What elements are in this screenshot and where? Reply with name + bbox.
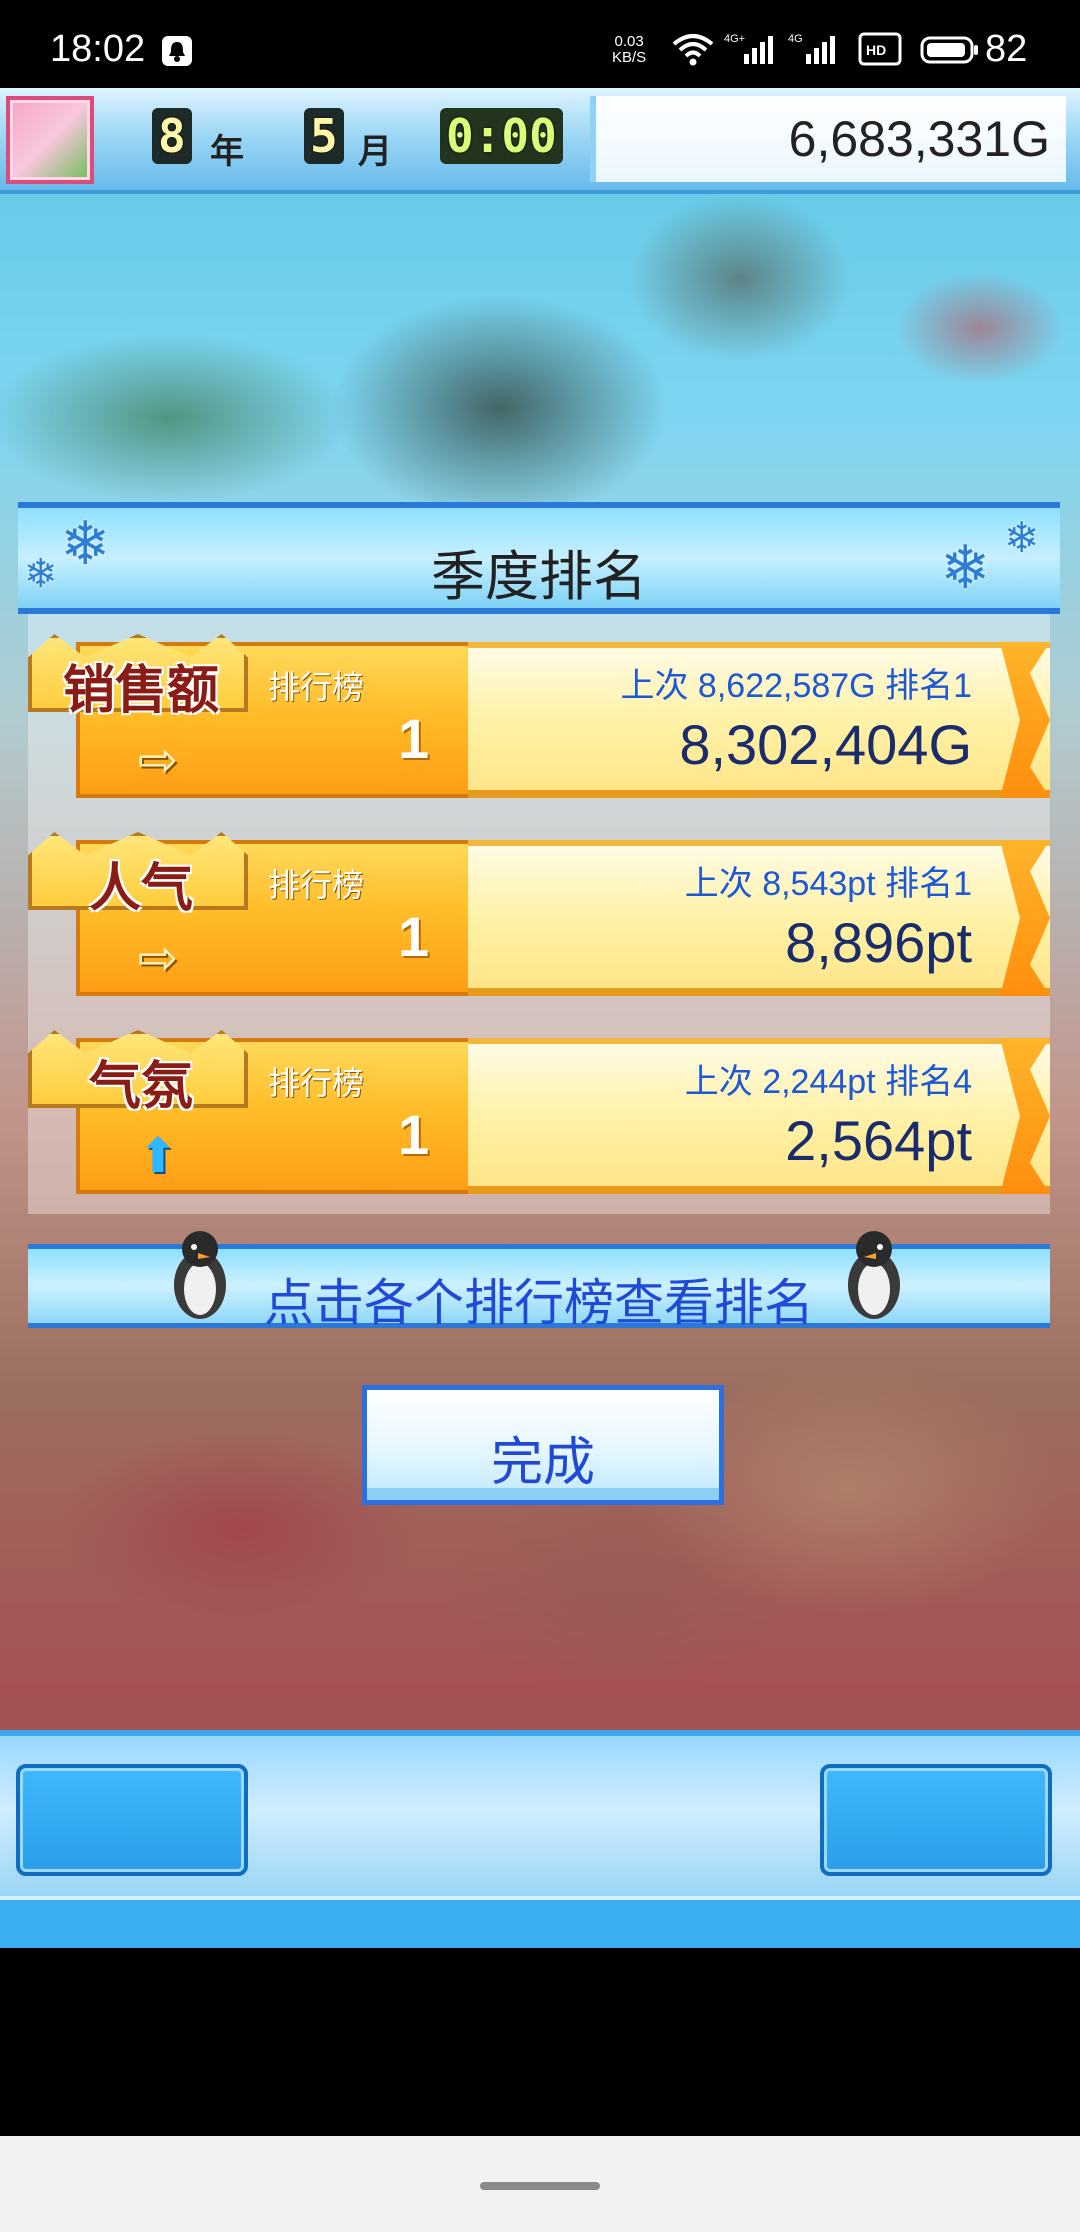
ranking-row-sales[interactable]: 销售额 排行榜 1 ⇨ 上次 8,622,587G 排名1 8,302,404G xyxy=(28,634,1050,804)
navigation-bar xyxy=(0,2136,1080,2232)
svg-text:4G+: 4G+ xyxy=(724,33,745,45)
network-speed: 0.03 KB/S xyxy=(612,33,647,66)
current-value: 8,896pt xyxy=(785,911,972,974)
bottom-right-button[interactable] xyxy=(820,1764,1052,1876)
status-time: 18:02 xyxy=(50,28,146,70)
hd-icon: HD xyxy=(858,32,902,66)
notification-icon xyxy=(162,36,192,66)
done-button[interactable]: 完成 xyxy=(362,1385,724,1505)
rank-number: 1 xyxy=(398,1103,430,1166)
board-label: 排行榜 xyxy=(268,668,365,706)
category-label: 气氛 xyxy=(88,1057,193,1117)
battery-level: 82 xyxy=(985,28,1028,70)
dialog-header: ❄ ❄ 季度排名 ❄ ❄ xyxy=(18,502,1060,614)
bottom-strip xyxy=(0,1896,1080,1948)
battery-icon xyxy=(920,36,978,64)
current-value: 8,302,404G xyxy=(679,713,972,776)
board-label: 排行榜 xyxy=(268,866,365,904)
ranking-list: 销售额 排行榜 1 ⇨ 上次 8,622,587G 排名1 8,302,404G… xyxy=(28,614,1050,1214)
avatar[interactable] xyxy=(6,96,94,184)
wifi-icon xyxy=(672,34,714,66)
seasonal-ranking-dialog: ❄ ❄ 季度排名 ❄ ❄ 销售额 排行榜 1 ⇨ 上次 8,622,587G 排… xyxy=(18,502,1060,1332)
dialog-title: 季度排名 xyxy=(431,545,647,608)
right-arrow-icon: ⇨ xyxy=(137,930,179,986)
snowflake-icon: ❄ xyxy=(940,533,991,603)
svg-text:HD: HD xyxy=(866,42,886,58)
snowflake-icon: ❄ xyxy=(1004,513,1040,562)
hud-year-value: 8 xyxy=(152,108,192,164)
status-bar: 18:02 0.03 KB/S 4G+ 4G HD 82 xyxy=(0,0,1080,88)
signal-icon: 4G xyxy=(788,33,835,64)
previous-result: 上次 8,622,587G 排名1 xyxy=(620,667,972,705)
up-arrow-icon: ⬆ xyxy=(137,1128,179,1184)
hud-month-unit: 月 xyxy=(358,132,392,172)
hud-month-value: 5 xyxy=(304,108,344,164)
bottom-left-button[interactable] xyxy=(16,1764,248,1876)
money-panel: 6,683,331G xyxy=(590,96,1066,182)
hint-bar: 点击各个排行榜查看排名 xyxy=(28,1231,1050,1332)
hud-year-unit: 年 xyxy=(210,132,244,172)
board-label: 排行榜 xyxy=(268,1064,365,1102)
money-value: 6,683,331G xyxy=(788,111,1050,167)
category-label: 人气 xyxy=(88,859,193,919)
ranking-row-atmosphere[interactable]: 气氛 排行榜 1 ⬆ 上次 2,244pt 排名4 2,564pt xyxy=(28,1030,1050,1200)
bottom-panel xyxy=(0,1730,1080,1948)
penguin-icon xyxy=(848,1231,900,1319)
previous-result: 上次 2,244pt 排名4 xyxy=(684,1063,972,1101)
top-hud: 8 年 5 月 0:00 6,683,331G xyxy=(0,88,1080,194)
right-arrow-icon: ⇨ xyxy=(137,732,179,788)
hud-time: 0:00 xyxy=(440,108,563,164)
home-indicator[interactable] xyxy=(480,2182,600,2190)
signal-4g-icon: 4G+ xyxy=(724,33,773,64)
category-label: 销售额 xyxy=(62,661,219,721)
done-button-label: 完成 xyxy=(490,1433,595,1493)
rank-number: 1 xyxy=(398,905,430,968)
ranking-row-popularity[interactable]: 人气 排行榜 1 ⇨ 上次 8,543pt 排名1 8,896pt xyxy=(28,832,1050,1002)
svg-text:4G: 4G xyxy=(788,33,803,45)
current-value: 2,564pt xyxy=(785,1109,972,1172)
rank-number: 1 xyxy=(398,707,430,770)
previous-result: 上次 8,543pt 排名1 xyxy=(684,865,972,903)
